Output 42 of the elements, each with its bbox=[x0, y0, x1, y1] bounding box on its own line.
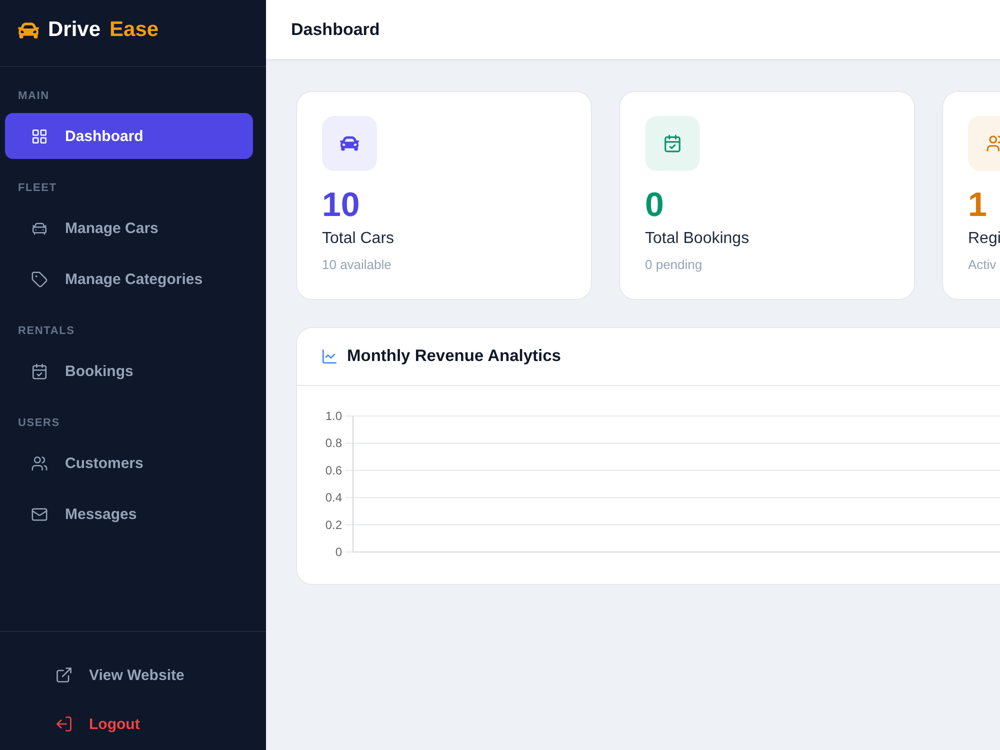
y-axis-label: 0 bbox=[335, 545, 342, 559]
logout-link[interactable]: Logout bbox=[5, 704, 253, 744]
stat-subtitle: 0 pending bbox=[645, 256, 702, 274]
brand-name: Drive bbox=[48, 18, 101, 42]
users-icon bbox=[31, 454, 48, 472]
chart-title: Monthly Revenue Analytics bbox=[347, 347, 561, 366]
tag-icon bbox=[31, 270, 48, 288]
y-axis-label: 1.0 bbox=[325, 409, 342, 423]
sidebar-link[interactable]: View Website bbox=[5, 655, 253, 695]
external-link-icon bbox=[55, 666, 73, 684]
stat-value: 10 bbox=[322, 185, 360, 225]
stat-title: Total Cars bbox=[322, 229, 394, 249]
stat-subtitle: Activ bbox=[968, 256, 996, 274]
car-icon bbox=[18, 20, 39, 40]
calendar-check-tile-icon bbox=[645, 116, 700, 171]
envelope-icon bbox=[31, 506, 48, 522]
section-label: USERS bbox=[17, 417, 61, 429]
calendar-check-icon bbox=[31, 362, 48, 380]
stat-title: Regi bbox=[968, 229, 1000, 249]
stat-subtitle: 10 available bbox=[322, 256, 392, 274]
grid-icon bbox=[31, 128, 48, 144]
y-axis-label: 0.8 bbox=[325, 436, 342, 450]
brand-name-accent: Ease bbox=[110, 18, 159, 42]
page-title: Dashboard bbox=[291, 20, 380, 40]
y-axis-label: 0.4 bbox=[325, 490, 342, 505]
sidebar-item[interactable]: Manage Categories bbox=[5, 256, 253, 302]
section-label: RENTALS bbox=[17, 325, 76, 337]
sidebar-item[interactable]: Dashboard bbox=[5, 113, 253, 159]
section-label: FLEET bbox=[17, 182, 58, 194]
sidebar-item[interactable]: Customers bbox=[5, 440, 253, 486]
car-tile-icon bbox=[322, 116, 377, 171]
section-label: MAIN bbox=[17, 90, 50, 102]
y-axis-label: 0.2 bbox=[325, 518, 342, 532]
sidebar-item[interactable]: Bookings bbox=[5, 348, 253, 394]
sidebar-item[interactable]: Messages bbox=[5, 491, 253, 537]
stat-title: Total Bookings bbox=[645, 229, 750, 249]
y-axis-label: 0.6 bbox=[325, 463, 342, 478]
stat-value: 0 bbox=[645, 185, 664, 225]
stat-value: 1 bbox=[968, 185, 987, 225]
logout-icon bbox=[55, 715, 73, 733]
sidebar-item[interactable]: Manage Cars bbox=[5, 205, 253, 251]
line-chart-icon bbox=[321, 348, 338, 365]
